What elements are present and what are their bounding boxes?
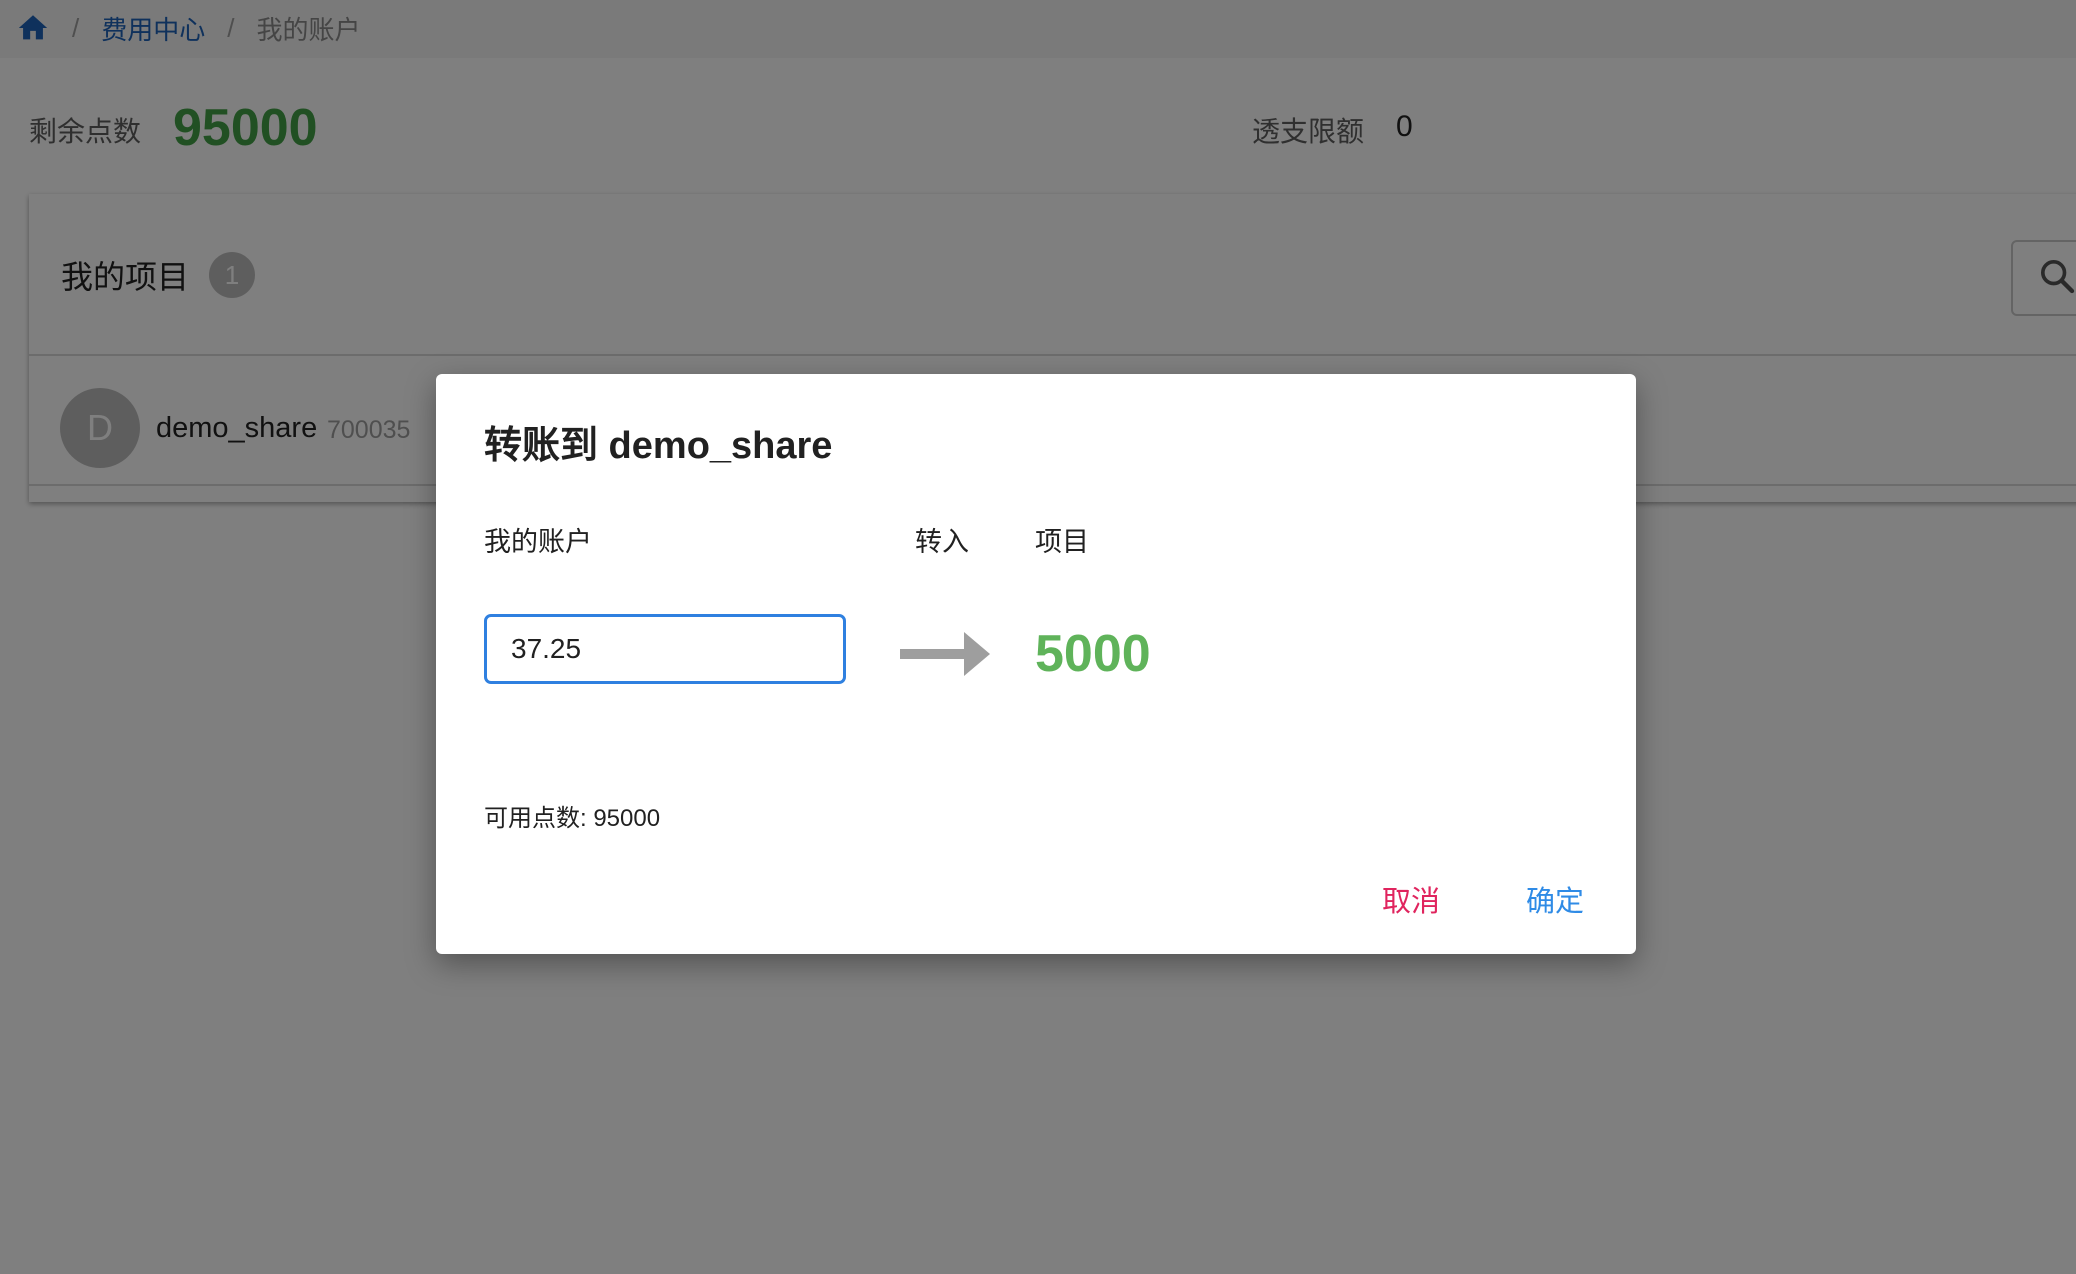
- project-balance-value: 5000: [1035, 625, 1151, 683]
- from-account-label: 我的账户: [484, 527, 592, 557]
- arrow-right-icon: [900, 632, 990, 676]
- cancel-button[interactable]: 取消: [1382, 878, 1440, 920]
- dialog-title: 转账到 demo_share: [484, 425, 833, 467]
- available-points-text: 可用点数: 95000: [484, 805, 661, 832]
- confirm-button[interactable]: 确定: [1526, 878, 1584, 920]
- transfer-amount-input[interactable]: [484, 614, 846, 684]
- to-project-label: 项目: [1035, 527, 1089, 557]
- transfer-direction-label: 转入: [915, 527, 969, 557]
- transfer-dialog: 转账到 demo_share 我的账户 转入 项目 5000 可用点数: 950…: [436, 374, 1636, 954]
